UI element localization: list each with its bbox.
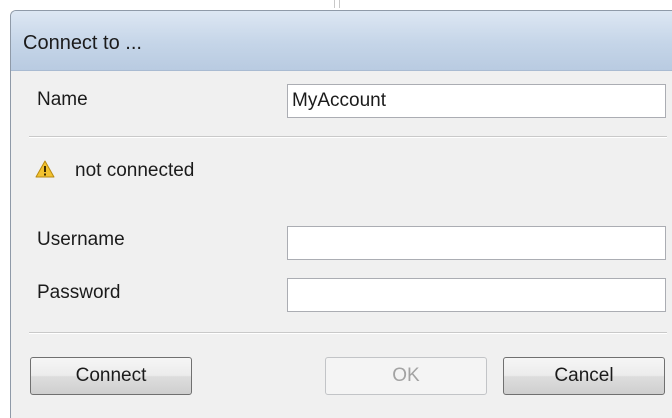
cancel-button[interactable]: Cancel (503, 357, 665, 395)
name-field[interactable] (287, 84, 666, 118)
password-label: Password (37, 282, 121, 303)
title-bar[interactable]: Connect to ... (11, 11, 672, 71)
username-label: Username (37, 229, 125, 250)
connection-status-text: not connected (75, 160, 195, 181)
warning-icon (35, 160, 55, 178)
username-field[interactable] (287, 226, 666, 260)
ok-button[interactable]: OK (325, 357, 487, 395)
separator (29, 136, 667, 138)
password-field[interactable] (287, 278, 666, 312)
dialog-title: Connect to ... (23, 32, 142, 54)
connect-dialog: Connect to ... Name not connected Userna… (10, 10, 672, 418)
connect-button[interactable]: Connect (30, 357, 192, 395)
screen: Connect to ... Name not connected Userna… (0, 0, 672, 418)
background-window-edge (334, 0, 340, 8)
separator (29, 332, 667, 334)
name-label: Name (37, 89, 88, 110)
